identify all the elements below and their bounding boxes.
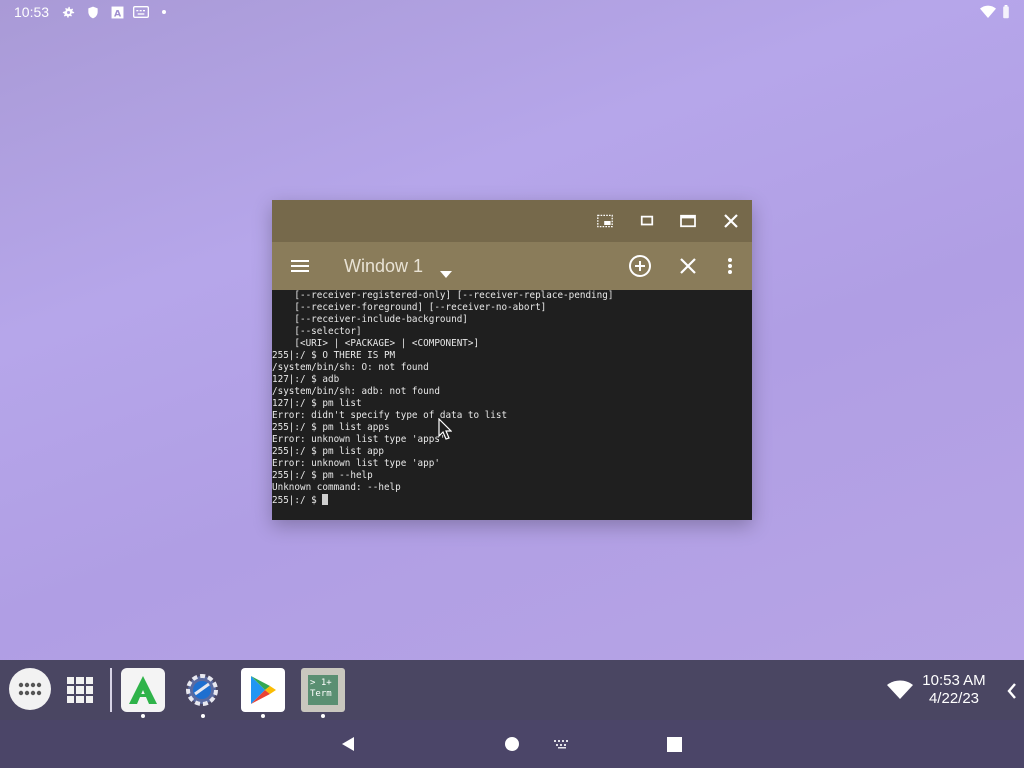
screenshot-icon[interactable]	[595, 211, 615, 231]
terminal-app-face: > 1+ Term	[308, 675, 338, 705]
chevron-left-icon[interactable]	[1004, 680, 1020, 702]
window-grid-icon[interactable]	[64, 674, 96, 706]
svg-text:A: A	[113, 8, 121, 19]
back-icon[interactable]	[338, 734, 358, 754]
keyboard-switch-icon[interactable]	[552, 736, 572, 752]
console-line: 255|:/ $ pm list app	[272, 446, 384, 457]
play-store-icon[interactable]	[241, 668, 285, 712]
console-output: [--receiver-registered-only] [--receiver…	[272, 290, 752, 494]
close-window-icon[interactable]	[676, 254, 700, 278]
console-line: Error: unknown list type 'apps'	[272, 434, 446, 445]
dropdown-arrow-icon[interactable]	[440, 263, 452, 282]
more-options-icon[interactable]	[718, 254, 742, 278]
clock-date[interactable]: 4/22/23	[918, 690, 990, 707]
wifi-icon	[980, 4, 996, 20]
terminal-window[interactable]: Window 1 [--receiver-registered-only] [-…	[272, 200, 752, 520]
settings-gear-icon	[60, 4, 76, 20]
maximize-icon[interactable]	[678, 211, 698, 231]
settings-app-icon[interactable]	[180, 668, 224, 712]
menu-icon[interactable]	[288, 254, 312, 278]
text-cursor	[322, 494, 329, 505]
console-line: Error: didn't specify type of data to li…	[272, 410, 508, 421]
wifi-icon[interactable]	[886, 678, 914, 702]
running-indicator	[141, 714, 145, 718]
running-indicator	[321, 714, 325, 718]
console-line: /system/bin/sh: O: not found	[272, 362, 429, 373]
console-line: [--receiver-include-background]	[272, 314, 468, 325]
new-window-icon[interactable]	[628, 254, 652, 278]
console-line: 255|:/ $ pm --help	[272, 470, 373, 481]
running-indicator	[201, 714, 205, 718]
prompt-line[interactable]: 255|:/ $	[272, 494, 752, 506]
notification-dot-icon	[162, 10, 166, 14]
restore-icon[interactable]	[637, 211, 657, 231]
app-drawer-icon[interactable]	[9, 668, 51, 710]
console-line: [<URI> | <PACKAGE> | <COMPONENT>]	[272, 338, 480, 349]
window-title[interactable]: Window 1	[344, 256, 423, 277]
console-line: [--selector]	[272, 326, 362, 337]
keyboard-icon	[133, 4, 149, 20]
console-line: 127|:/ $ pm list	[272, 398, 362, 409]
terminal-app-icon[interactable]: > 1+ Term	[301, 668, 345, 712]
terminal-icon-text: > 1+	[310, 678, 332, 688]
console-line: 255|:/ $ O THERE IS PM	[272, 350, 396, 361]
terminal-toolbar: Window 1	[272, 242, 752, 290]
prompt-text: 255|:/ $	[272, 495, 323, 506]
console-line: /system/bin/sh: adb: not found	[272, 386, 440, 397]
window-caption-bar[interactable]	[272, 200, 752, 242]
shield-icon	[85, 4, 101, 20]
clock-time[interactable]: 10:53 AM	[918, 672, 990, 689]
taskbar-divider	[110, 668, 112, 712]
console-line: Unknown command: --help	[272, 482, 401, 493]
console-line: Error: unknown list type 'app'	[272, 458, 440, 469]
font-a-icon: A	[109, 4, 125, 20]
console-line: [--receiver-foreground] [--receiver-no-a…	[272, 302, 547, 313]
recents-icon[interactable]	[664, 734, 684, 754]
console-line: [--receiver-registered-only] [--receiver…	[272, 290, 614, 301]
running-indicator	[261, 714, 265, 718]
terminal-console[interactable]: [--receiver-registered-only] [--receiver…	[272, 290, 752, 520]
console-line: 255|:/ $ pm list apps	[272, 422, 390, 433]
apkpure-icon[interactable]	[121, 668, 165, 712]
battery-icon	[998, 4, 1014, 20]
home-icon[interactable]	[502, 734, 522, 754]
console-line: 127|:/ $ adb	[272, 374, 340, 385]
status-time: 10:53	[14, 4, 50, 20]
mouse-pointer-icon	[438, 417, 453, 444]
close-icon[interactable]	[721, 211, 741, 231]
status-bar: 10:53 A	[0, 0, 1024, 24]
terminal-icon-label: Term	[310, 689, 332, 699]
